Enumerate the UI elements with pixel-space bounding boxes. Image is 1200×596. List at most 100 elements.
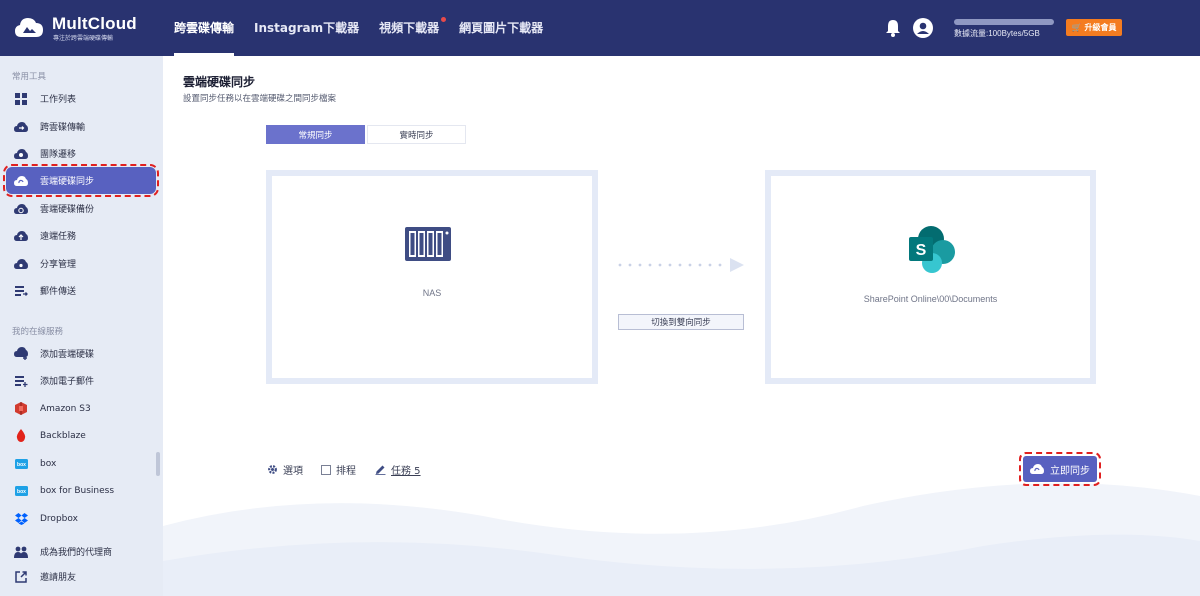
target-label: SharePoint Online\00\Documents	[863, 294, 998, 304]
sidebar-item-box[interactable]: box box	[6, 450, 156, 477]
cloud-sync-icon	[1030, 463, 1044, 475]
sidebar-item-label: Backblaze	[40, 430, 86, 441]
share-out-icon	[14, 570, 28, 584]
cloud-backup-icon	[14, 202, 28, 216]
sidebar-item-add-email[interactable]: 添加電子郵件	[6, 367, 156, 394]
cart-icon: 🛒	[1071, 23, 1082, 32]
top-nav: 跨雲碟傳輸 Instagram下載器 視頻下載器 網頁圖片下載器	[164, 0, 553, 56]
bell-icon[interactable]	[884, 18, 902, 38]
brand-tagline: 專注於跨雲端硬碟傳輸	[53, 35, 114, 42]
sync-now-button[interactable]: 立即同步	[1019, 452, 1101, 486]
brand-name[interactable]: MultCloud	[52, 14, 137, 34]
sidebar-item-cloud-sync[interactable]: 雲端硬碟同步	[3, 164, 159, 197]
sidebar-item-remote-task[interactable]: 遠端任務	[6, 222, 156, 249]
sidebar-item-label: 郵件傳送	[40, 287, 77, 297]
sharepoint-icon: S	[909, 226, 955, 273]
sidebar-item-label: Dropbox	[40, 513, 78, 524]
cloud-upload-icon	[14, 229, 28, 243]
nas-icon	[405, 227, 451, 261]
target-panel: S SharePoint Online\00\Documents	[765, 170, 1096, 384]
grid-icon	[14, 92, 28, 106]
svg-text:box: box	[17, 489, 26, 495]
sidebar-item-team-migration[interactable]: 團隊遷移	[6, 140, 156, 167]
sidebar-item-label: 工作列表	[40, 95, 77, 105]
sidebar-item-add-cloud[interactable]: 添加雲端硬碟	[6, 340, 156, 367]
page-subtitle: 設置同步任務以在雲端硬碟之間同步檔案	[183, 94, 337, 104]
partner-icon	[14, 545, 28, 559]
sidebar-item-label: 雲端硬碟備份	[40, 205, 95, 215]
sidebar-item-label: 分享管理	[40, 260, 77, 270]
target-selector[interactable]: S SharePoint Online\00\Documents	[771, 176, 1090, 378]
options-label: 選項	[283, 466, 303, 477]
source-panel: NAS	[266, 170, 598, 384]
traffic-usage-bar	[954, 19, 1054, 25]
nav-item-image-downloader[interactable]: 網頁圖片下載器	[449, 0, 553, 56]
add-email-icon	[14, 374, 28, 388]
cloud-transfer-icon	[14, 120, 28, 134]
sync-now-label: 立即同步	[1050, 465, 1090, 477]
traffic-usage-text: 數據流量:100Bytes/5GB	[954, 29, 1040, 38]
svg-text:S: S	[916, 242, 927, 259]
sidebar-section-drives: 我的在線服務	[12, 327, 64, 337]
sidebar-item-task-list[interactable]: 工作列表	[6, 85, 156, 112]
tab-realtime-sync[interactable]: 實時同步	[367, 125, 466, 144]
main-content: 雲端硬碟同步 設置同步任務以在雲端硬碟之間同步檔案 常規同步 實時同步 NAS	[163, 56, 1200, 596]
sidebar-item-label: 成為我們的代理商	[40, 548, 113, 558]
background-wave-decoration	[163, 483, 1200, 596]
sidebar-item-invite-friends[interactable]: 邀請朋友	[6, 563, 156, 590]
sidebar-item-email-migration[interactable]: 郵件傳送	[6, 277, 156, 304]
sidebar-item-dropbox[interactable]: Dropbox	[6, 505, 156, 532]
gear-icon	[267, 464, 278, 475]
sidebar-item-label: Amazon S3	[40, 403, 91, 414]
cloud-share-icon	[14, 257, 28, 271]
sidebar-item-cloud-transfer[interactable]: 跨雲碟傳輸	[6, 113, 156, 140]
sidebar-item-label: 雲端硬碟同步	[40, 177, 95, 187]
edit-pencil-icon	[375, 464, 386, 475]
upgrade-button[interactable]: 🛒 升級會員	[1066, 19, 1122, 36]
nav-item-video-downloader[interactable]: 視頻下載器	[369, 0, 449, 56]
sync-direction-arrow-icon	[618, 258, 744, 272]
backblaze-icon	[14, 429, 28, 443]
cloud-team-icon	[14, 147, 28, 161]
schedule-checkbox[interactable]	[321, 464, 331, 475]
sidebar-scrollbar[interactable]	[156, 452, 160, 476]
sidebar-item-become-partner[interactable]: 成為我們的代理商	[6, 538, 156, 565]
sidebar-section-tools: 常用工具	[12, 72, 47, 82]
svg-text:box: box	[17, 462, 26, 468]
switch-two-way-sync-button[interactable]: 切換到雙向同步	[618, 314, 744, 330]
sidebar-item-share-management[interactable]: 分享管理	[6, 250, 156, 277]
new-dot-badge	[441, 17, 447, 22]
sidebar-item-backblaze[interactable]: Backblaze	[6, 422, 156, 449]
nav-item-instagram-downloader[interactable]: Instagram下載器	[244, 0, 369, 56]
task-name-label: 任務 5	[391, 466, 421, 477]
amazon-s3-icon	[14, 402, 28, 416]
sidebar-item-label: 添加電子郵件	[40, 377, 95, 387]
box-business-icon: box	[14, 484, 28, 498]
nav-item-cloud-transfer[interactable]: 跨雲碟傳輸	[164, 0, 244, 56]
schedule-toggle[interactable]: 排程	[321, 462, 356, 477]
task-name-link[interactable]: 任務 5	[375, 462, 421, 477]
sidebar-item-cloud-backup[interactable]: 雲端硬碟備份	[6, 195, 156, 222]
options-button[interactable]: 選項	[267, 462, 303, 477]
add-cloud-icon	[14, 347, 28, 361]
sidebar-item-label: 團隊遷移	[40, 150, 77, 160]
multcloud-logo-icon[interactable]	[14, 13, 44, 43]
nav-item-label: 視頻下載器	[379, 21, 440, 35]
cloud-sync-icon	[14, 174, 28, 188]
source-selector[interactable]: NAS	[272, 176, 592, 378]
page-title: 雲端硬碟同步	[183, 75, 256, 89]
user-avatar-icon[interactable]	[913, 18, 933, 38]
source-label: NAS	[422, 288, 442, 298]
sidebar-item-box-business[interactable]: box box for Business	[6, 477, 156, 504]
sidebar-item-label: 遠端任務	[40, 232, 77, 242]
sidebar-item-label: 邀請朋友	[40, 573, 77, 583]
tab-normal-sync[interactable]: 常規同步	[266, 125, 365, 144]
upgrade-label: 升級會員	[1084, 23, 1117, 32]
top-bar: MultCloud 專注於跨雲端硬碟傳輸 跨雲碟傳輸 Instagram下載器 …	[0, 0, 1200, 56]
box-icon: box	[14, 457, 28, 471]
schedule-label: 排程	[336, 466, 356, 477]
sidebar-item-label: 添加雲端硬碟	[40, 350, 95, 360]
dropbox-icon	[14, 512, 28, 526]
sidebar: 常用工具 工作列表 跨雲碟傳輸 團隊遷移 雲端硬碟同步 雲端硬碟備份 遠端任務 …	[0, 56, 163, 596]
sidebar-item-amazon-s3[interactable]: Amazon S3	[6, 395, 156, 422]
